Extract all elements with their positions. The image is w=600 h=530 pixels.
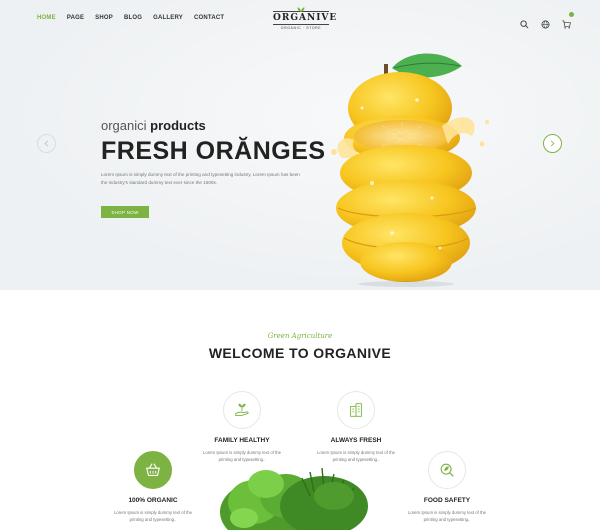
- feature-icon-circle: [223, 391, 261, 429]
- cart-badge: [569, 12, 574, 17]
- feature-title: ALWAYS FRESH: [330, 437, 382, 444]
- nav-contact[interactable]: CONTACT: [194, 15, 224, 21]
- feature-icon-circle: [134, 451, 172, 489]
- orange-illustration: [331, 53, 489, 287]
- leaf-search-icon: [440, 463, 454, 477]
- hand-plant-icon: [235, 403, 249, 416]
- slider-next-button[interactable]: [543, 134, 562, 153]
- globe-icon[interactable]: [541, 16, 550, 29]
- shop-now-button[interactable]: SHOP NOW: [101, 206, 149, 218]
- vegetables-image: [220, 467, 368, 530]
- feature-description: Lorem Ipsum is simply dummy text of the …: [113, 510, 193, 522]
- hero-subtitle-light: organici: [101, 118, 151, 133]
- nav-gallery[interactable]: GALLERY: [153, 15, 183, 21]
- cart-icon[interactable]: [562, 12, 574, 29]
- header-icons: [520, 12, 574, 29]
- feature-food-safety: FOOD SAFETY Lorem Ipsum is simply dummy …: [405, 451, 489, 523]
- main-nav: HOME PAGE SHOP BLOG GALLERY CONTACT: [37, 15, 224, 21]
- nav-home[interactable]: HOME: [37, 15, 56, 21]
- feature-always-fresh: ALWAYS FRESH Lorem Ipsum is simply dummy…: [314, 391, 398, 463]
- hero-description: Lorem Ipsum is simply dummy text of the …: [101, 172, 300, 185]
- slider-prev-button[interactable]: [37, 134, 56, 153]
- buildings-icon: [350, 403, 362, 417]
- search-icon[interactable]: [520, 16, 529, 29]
- nav-shop[interactable]: SHOP: [95, 15, 113, 21]
- logo-tagline: ORGANIC · STORE: [280, 26, 322, 30]
- feature-title: FOOD SAFETY: [423, 497, 471, 504]
- welcome-title: WELCOME TO ORGANIVE: [208, 345, 392, 361]
- feature-description: Lorem Ipsum is simply dummy text of the …: [316, 450, 396, 462]
- site-logo[interactable]: ORGANIVE ORGANIC · STORE: [273, 7, 338, 30]
- basket-icon: [146, 463, 160, 476]
- feature-description: Lorem Ipsum is simply dummy text of the …: [407, 510, 487, 522]
- chevron-right-icon: [550, 140, 555, 147]
- nav-blog[interactable]: BLOG: [124, 15, 142, 21]
- nav-page[interactable]: PAGE: [67, 15, 84, 21]
- logo-leaf-icon: [297, 7, 305, 12]
- hero-subtitle-bold: products: [150, 118, 206, 133]
- hero-title: FRESH ORĂNGES: [101, 137, 326, 165]
- feature-100-organic: 100% ORGANIC Lorem Ipsum is simply dummy…: [111, 451, 195, 523]
- logo-name: ORGANIVE: [273, 11, 338, 25]
- feature-title: 100% ORGANIC: [128, 497, 178, 504]
- feature-icon-circle: [337, 391, 375, 429]
- hero-banner: HOME PAGE SHOP BLOG GALLERY CONTACT ORGA…: [0, 0, 600, 290]
- hero-subtitle: organici products: [101, 118, 326, 133]
- feature-icon-circle: [428, 451, 466, 489]
- feature-description: Lorem Ipsum is simply dummy text of the …: [202, 450, 282, 462]
- hero-text: organici products FRESH ORĂNGES Lorem Ip…: [101, 118, 326, 187]
- feature-title: FAMILY HEALTHY: [214, 437, 270, 444]
- welcome-kicker: Green Agriculture: [267, 332, 333, 340]
- feature-family-healthy: FAMILY HEALTHY Lorem Ipsum is simply dum…: [200, 391, 284, 463]
- chevron-left-icon: [44, 140, 49, 147]
